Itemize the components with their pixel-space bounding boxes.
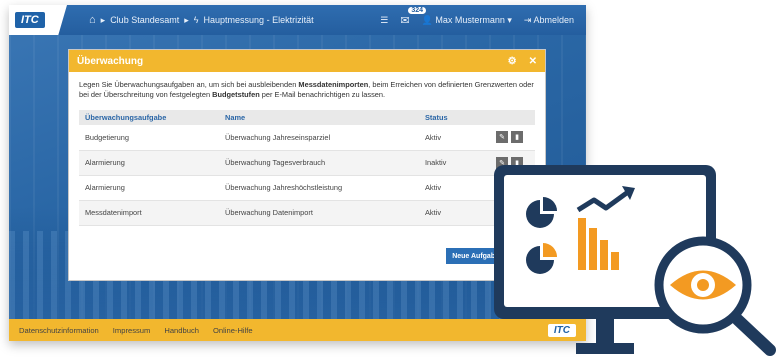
cell-name: Überwachung Tagesverbrauch [219, 150, 419, 176]
home-icon[interactable]: ⌂ [89, 14, 96, 26]
footer-link-imprint[interactable]: Impressum [113, 326, 151, 335]
cell-name: Überwachung Jahreshöchstleistung [219, 175, 419, 201]
flash-icon: ϟ [193, 15, 199, 25]
top-right-controls: ☰ ✉ 324 👤 Max Mustermann ▾ ⇥ Abmelden [380, 6, 586, 27]
column-header-actions [469, 110, 535, 125]
logo-text: ITC [15, 12, 45, 28]
app-logo[interactable]: ITC [9, 5, 67, 35]
footer-link-manual[interactable]: Handbuch [164, 326, 199, 335]
monitoring-dialog: Überwachung ⚙ ✕ Legen Sie Überwachungsau… [68, 49, 546, 281]
table-row[interactable]: Budgetierung Überwachung Jahreseinsparzi… [79, 125, 535, 151]
user-name: Max Mustermann [435, 14, 505, 25]
table-row[interactable]: Messdatenimport Überwachung Datenimport … [79, 200, 535, 226]
footer-link-help[interactable]: Online-Hilfe [213, 326, 253, 335]
settings-icon[interactable]: ⚙ [508, 56, 517, 67]
footer-link-privacy[interactable]: Datenschutzinformation [19, 326, 99, 335]
cell-status: Aktiv [419, 200, 470, 226]
magnifier-eye-icon [654, 236, 776, 356]
cell-name: Überwachung Datenimport [219, 200, 419, 226]
mail-icon: ✉ [400, 14, 410, 27]
column-header-status[interactable]: Status [419, 110, 469, 125]
chevron-down-icon: ▾ [507, 14, 512, 25]
chevron-right-icon: ▸ [100, 14, 106, 25]
cell-task: Alarmierung [79, 150, 219, 176]
dialog-title: Überwachung [77, 55, 144, 67]
intro-text: Legen Sie Überwachungsaufgaben an, um si… [79, 80, 534, 99]
monitor-analytics-illustration [494, 165, 776, 356]
breadcrumb: ⌂ ▸ Club Standesamt ▸ ϟ Hauptmessung - E… [89, 14, 314, 26]
cell-status: Aktiv [419, 175, 470, 201]
breadcrumb-item-1[interactable]: Club Standesamt [110, 15, 179, 25]
user-icon: 👤 [421, 14, 433, 25]
table-row[interactable]: Alarmierung Überwachung Tagesverbrauch I… [79, 150, 535, 176]
breadcrumb-item-2[interactable]: Hauptmessung - Elektrizität [204, 15, 314, 25]
mail-button[interactable]: ✉ 324 [400, 6, 427, 27]
logout-label: Abmelden [533, 14, 574, 25]
cell-task: Alarmierung [79, 175, 219, 201]
list-icon[interactable]: ☰ [380, 15, 388, 26]
cell-status: Inaktiv [419, 150, 470, 176]
stage: ITC ⌂ ▸ Club Standesamt ▸ ϟ Hauptmessung… [0, 0, 783, 358]
cell-actions: ✎ ▮ [469, 125, 535, 151]
column-header-task[interactable]: Überwachungsaufgabe [79, 110, 219, 125]
cell-task: Budgetierung [79, 125, 219, 151]
logout-icon: ⇥ [523, 14, 532, 25]
logout-button[interactable]: ⇥ Abmelden [524, 15, 574, 26]
column-header-name[interactable]: Name [219, 110, 419, 125]
cell-task: Messdatenimport [79, 200, 219, 226]
cell-status: Aktiv [419, 125, 470, 151]
monitor-neck [596, 319, 614, 343]
cell-name: Überwachung Jahreseinsparziel [219, 125, 419, 151]
table-row[interactable]: Alarmierung Überwachung Jahreshöchstleis… [79, 175, 535, 201]
user-menu[interactable]: 👤 Max Mustermann ▾ [422, 15, 512, 26]
chevron-right-icon: ▸ [184, 14, 189, 25]
dialog-header: Überwachung ⚙ ✕ [69, 50, 545, 72]
top-bar: ITC ⌂ ▸ Club Standesamt ▸ ϟ Hauptmessung… [9, 5, 586, 35]
close-icon[interactable]: ✕ [529, 56, 537, 67]
dialog-body: Legen Sie Überwachungsaufgaben an, um si… [69, 72, 545, 226]
monitoring-table: Überwachungsaufgabe Name Status Budgetie… [79, 110, 535, 226]
delete-icon[interactable]: ▮ [511, 131, 523, 144]
edit-icon[interactable]: ✎ [496, 131, 508, 144]
table-header-row: Überwachungsaufgabe Name Status [79, 110, 535, 125]
mail-count-badge: 324 [408, 6, 427, 14]
monitor-base [576, 343, 634, 354]
